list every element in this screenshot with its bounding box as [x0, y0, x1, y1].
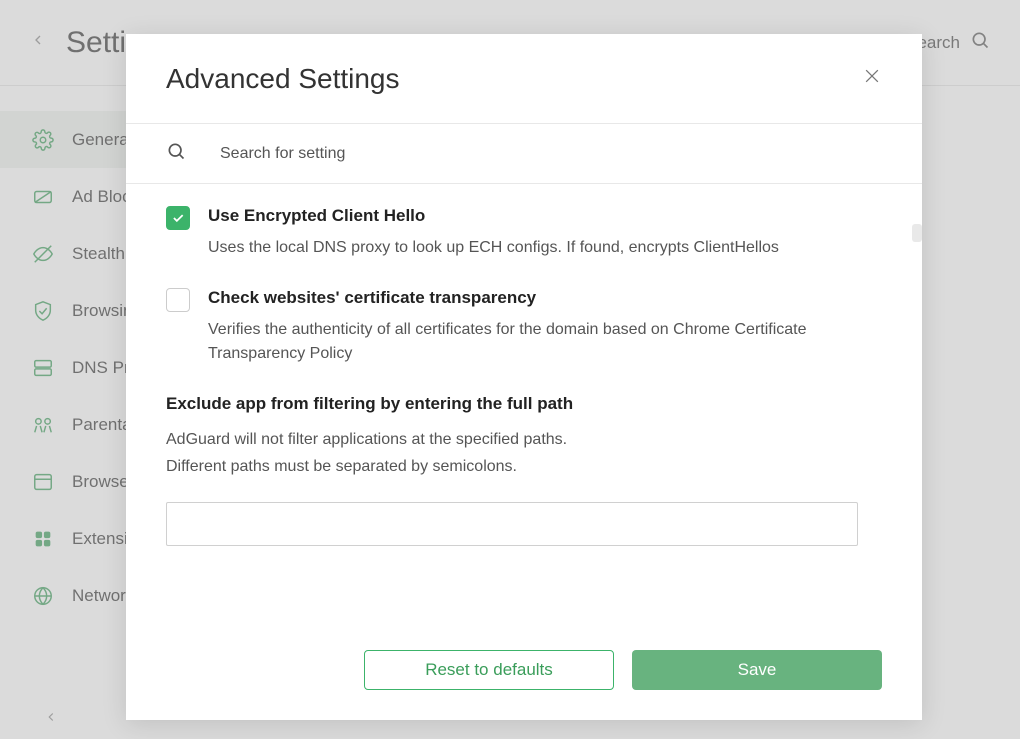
checkbox-cert-transparency[interactable]	[166, 288, 190, 312]
settings-search-input[interactable]	[220, 145, 882, 163]
reset-defaults-button[interactable]: Reset to defaults	[364, 650, 614, 690]
setting-ct-title: Check websites' certificate transparency	[208, 288, 882, 308]
scrollbar[interactable]	[910, 184, 922, 632]
modal-search-row	[126, 124, 922, 184]
modal-title: Advanced Settings	[166, 63, 400, 95]
scrollbar-thumb[interactable]	[912, 224, 922, 242]
exclude-path-input[interactable]	[166, 502, 858, 546]
exclude-section-title: Exclude app from filtering by entering t…	[166, 394, 882, 414]
setting-ct-desc: Verifies the authenticity of all certifi…	[208, 318, 882, 366]
setting-ech-title: Use Encrypted Client Hello	[208, 206, 882, 226]
setting-ech-desc: Uses the local DNS proxy to look up ECH …	[208, 236, 882, 260]
search-icon	[166, 141, 186, 166]
close-button[interactable]	[862, 66, 882, 91]
modal-body: Use Encrypted Client Hello Uses the loca…	[126, 184, 922, 632]
save-button[interactable]: Save	[632, 650, 882, 690]
advanced-settings-modal: Advanced Settings Use Encrypted Client H…	[126, 34, 922, 720]
exclude-section-desc: AdGuard will not filter applications at …	[166, 426, 882, 480]
checkbox-ech[interactable]	[166, 206, 190, 230]
